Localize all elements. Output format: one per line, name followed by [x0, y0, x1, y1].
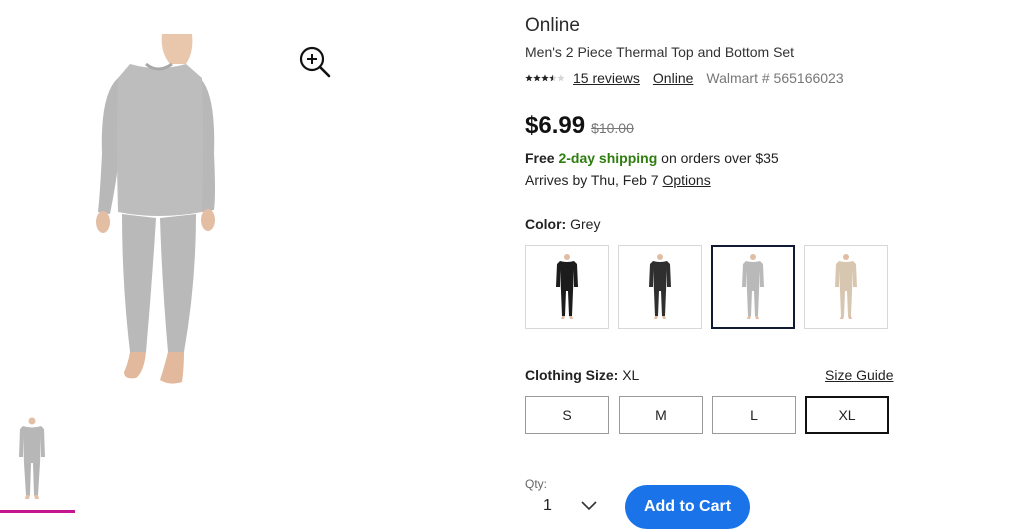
free-label: Free: [525, 150, 555, 166]
arrival-info: Arrives by Thu, Feb 7 Options: [525, 172, 711, 188]
shipping-options-link[interactable]: Options: [662, 172, 710, 188]
color-selected-value: Grey: [570, 216, 601, 232]
thumbnail-image[interactable]: [14, 417, 50, 501]
size-selector-label: Clothing Size: XL: [525, 367, 639, 383]
color-swatch-charcoal[interactable]: [618, 245, 702, 329]
reviews-link[interactable]: 15 reviews: [573, 70, 640, 86]
add-to-cart-button[interactable]: Add to Cart: [625, 485, 750, 529]
qty-label: Qty:: [525, 477, 548, 491]
shipping-condition: on orders over $35: [661, 150, 779, 166]
arrives-text: Arrives by Thu, Feb 7: [525, 172, 659, 188]
color-swatch-black[interactable]: [525, 245, 609, 329]
star-full-icon: [533, 74, 541, 82]
size-guide-link[interactable]: Size Guide: [825, 367, 893, 383]
star-half-icon: [549, 74, 557, 82]
star-full-icon: [541, 74, 549, 82]
size-option-xl[interactable]: XL: [805, 396, 889, 434]
swatch-figure-icon: [649, 254, 671, 319]
size-option-m[interactable]: M: [619, 396, 703, 434]
swatch-figure-icon: [556, 254, 578, 319]
rating-row: 15 reviews Online Walmart # 565166023: [525, 69, 844, 87]
star-rating[interactable]: [525, 74, 565, 82]
size-label: Clothing Size:: [525, 367, 619, 383]
star-empty-icon: [557, 74, 565, 82]
color-selector-label: Color: Grey: [525, 216, 600, 232]
qty-select[interactable]: 1: [543, 497, 552, 515]
zoom-in-icon[interactable]: [298, 45, 332, 79]
swatch-figure-icon: [742, 254, 764, 319]
was-price: $10.00: [591, 120, 634, 136]
seller-link[interactable]: Online: [653, 70, 693, 86]
color-swatch-oatmeal[interactable]: [804, 245, 888, 329]
color-swatch-grey[interactable]: [711, 245, 795, 329]
size-selected-value: XL: [622, 367, 640, 383]
chevron-down-icon[interactable]: [580, 499, 598, 513]
product-brand: Online: [525, 15, 580, 36]
thumbnail-selected-indicator: [0, 510, 75, 513]
product-title: Men's 2 Piece Thermal Top and Bottom Set: [525, 44, 795, 60]
price-block: $6.99 $10.00: [525, 112, 634, 140]
two-day-shipping: 2-day shipping: [558, 150, 658, 166]
walmart-number: Walmart # 565166023: [706, 70, 844, 86]
color-label: Color:: [525, 216, 567, 232]
star-full-icon: [525, 74, 533, 82]
size-option-l[interactable]: L: [712, 396, 796, 434]
product-main-image: [96, 34, 215, 384]
current-price: $6.99: [525, 112, 586, 139]
swatch-figure-icon: [835, 254, 857, 319]
size-option-s[interactable]: S: [525, 396, 609, 434]
shipping-info: Free 2-day shipping on orders over $35: [525, 150, 779, 166]
